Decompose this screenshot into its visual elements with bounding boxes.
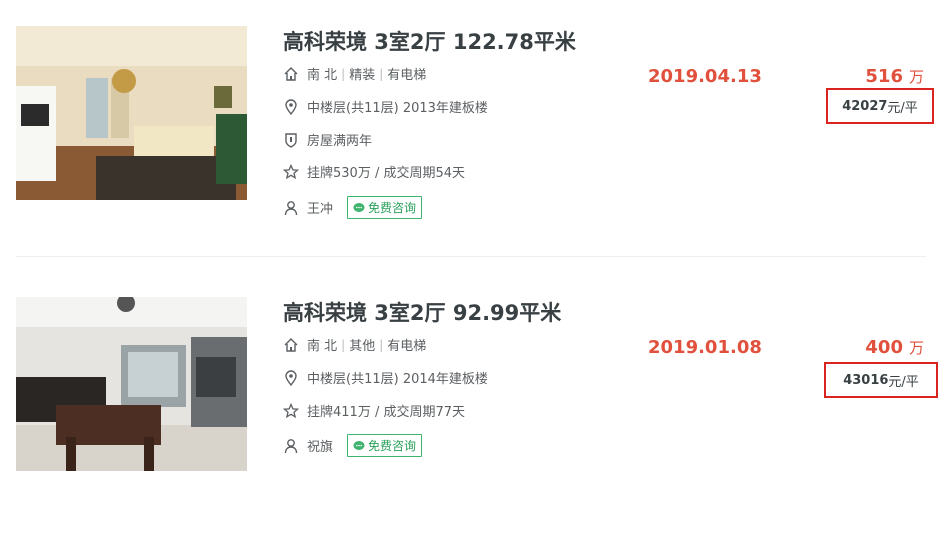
floor-info: 中楼层(共11层) 2013年建板楼: [307, 101, 488, 116]
total-price-value: 400: [865, 337, 903, 358]
listing-title[interactable]: 高科荣境 3室2厅 92.99平米: [283, 297, 561, 327]
decoration: 其他: [349, 339, 376, 354]
listing-card: 高科荣境 3室2厅 122.78平米 南 北 | 精装 | 有电梯 中楼层(共1…: [0, 26, 952, 266]
listing-photo[interactable]: [16, 26, 247, 200]
deal-tag: 房屋满两年: [283, 130, 372, 149]
position-info: 中楼层(共11层) 2013年建板楼: [283, 97, 488, 116]
chat-bubble-icon: [353, 202, 365, 214]
position-info: 中楼层(共11层) 2014年建板楼: [283, 368, 488, 387]
floor-info: 中楼层(共11层) 2014年建板楼: [307, 372, 488, 387]
total-price-unit: 万: [908, 68, 924, 86]
unit-price-suffix: 元/平: [888, 374, 919, 390]
star-icon: [283, 163, 299, 180]
unit-price-suffix: 元/平: [887, 100, 918, 116]
user-icon: [283, 438, 299, 454]
deal-date: 2019.04.13: [648, 66, 762, 87]
orientation: 南 北: [307, 339, 338, 354]
consult-label: 免费咨询: [368, 439, 417, 453]
separator: |: [341, 337, 346, 352]
listing-card: 高科荣境 3室2厅 92.99平米 南 北 | 其他 | 有电梯 中楼层(共11…: [0, 297, 952, 537]
unit-price-box: 42027 元/平: [826, 88, 934, 124]
listing-divider: [16, 256, 926, 257]
tag-text: 房屋满两年: [307, 134, 373, 149]
separator: |: [341, 66, 346, 81]
house-icon: [283, 66, 299, 82]
unit-price-value: 42027: [842, 98, 888, 114]
consult-label: 免费咨询: [368, 201, 417, 215]
house-info: 南 北 | 精装 | 有电梯: [283, 64, 426, 83]
agent-row: 王冲 免费咨询: [283, 196, 423, 219]
decoration: 精装: [349, 68, 376, 83]
house-icon: [283, 337, 299, 353]
listing-info: 挂牌530万 / 成交周期54天: [307, 166, 465, 181]
star-icon: [283, 402, 299, 419]
unit-price-value: 43016: [843, 372, 889, 388]
listing-photo[interactable]: [16, 297, 247, 471]
agent-name[interactable]: 祝旗: [307, 436, 333, 455]
elevator: 有电梯: [387, 68, 427, 83]
location-pin-icon: [283, 98, 299, 115]
total-price: 400 万: [865, 337, 924, 358]
listing-info: 挂牌411万 / 成交周期77天: [307, 405, 465, 420]
user-icon: [283, 200, 299, 216]
chat-bubble-icon: [353, 440, 365, 452]
house-info: 南 北 | 其他 | 有电梯: [283, 335, 426, 354]
listing-info-row: 挂牌411万 / 成交周期77天: [283, 401, 465, 420]
free-consult-button[interactable]: 免费咨询: [347, 434, 423, 457]
total-price-unit: 万: [908, 339, 924, 357]
elevator: 有电梯: [387, 339, 427, 354]
unit-price-box: 43016 元/平: [824, 362, 938, 398]
location-pin-icon: [283, 369, 299, 386]
free-consult-button[interactable]: 免费咨询: [347, 196, 423, 219]
agent-row: 祝旗 免费咨询: [283, 434, 423, 457]
shield-icon: [283, 132, 299, 148]
total-price: 516 万: [865, 66, 924, 87]
deal-date: 2019.01.08: [648, 337, 762, 358]
listing-info-row: 挂牌530万 / 成交周期54天: [283, 162, 465, 181]
separator: |: [379, 337, 384, 352]
total-price-value: 516: [865, 66, 903, 87]
listing-title[interactable]: 高科荣境 3室2厅 122.78平米: [283, 26, 576, 56]
separator: |: [379, 66, 384, 81]
orientation: 南 北: [307, 68, 338, 83]
agent-name[interactable]: 王冲: [307, 198, 333, 217]
